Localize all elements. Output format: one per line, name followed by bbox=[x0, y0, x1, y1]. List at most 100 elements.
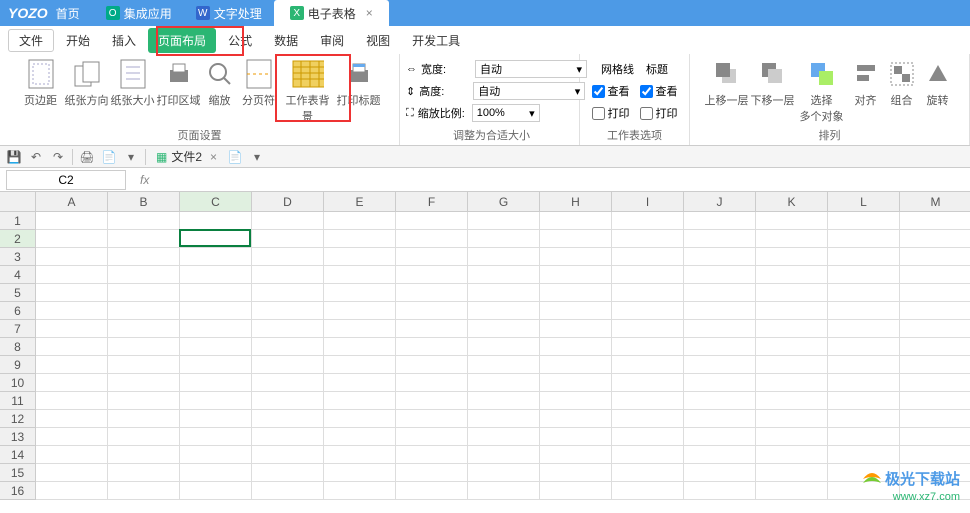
cell[interactable] bbox=[468, 266, 540, 284]
column-header[interactable]: C bbox=[180, 192, 252, 212]
gridlines-print-checkbox[interactable]: 打印 bbox=[592, 105, 630, 121]
print-area-button[interactable]: 打印区域 bbox=[157, 58, 201, 124]
cell[interactable] bbox=[684, 482, 756, 500]
cell[interactable] bbox=[540, 482, 612, 500]
cell[interactable] bbox=[108, 428, 180, 446]
cell[interactable] bbox=[252, 482, 324, 500]
menu-start[interactable]: 开始 bbox=[56, 28, 100, 53]
cell[interactable] bbox=[324, 482, 396, 500]
cell[interactable] bbox=[324, 320, 396, 338]
close-icon[interactable]: × bbox=[366, 6, 373, 20]
column-header[interactable]: G bbox=[468, 192, 540, 212]
cell[interactable] bbox=[612, 374, 684, 392]
gridlines-view-checkbox[interactable]: 查看 bbox=[592, 83, 630, 99]
cell[interactable] bbox=[108, 284, 180, 302]
cell[interactable] bbox=[324, 464, 396, 482]
cell[interactable] bbox=[540, 320, 612, 338]
cell[interactable] bbox=[540, 212, 612, 230]
cell[interactable] bbox=[540, 446, 612, 464]
cell[interactable] bbox=[180, 482, 252, 500]
cell[interactable] bbox=[756, 248, 828, 266]
cell[interactable] bbox=[180, 428, 252, 446]
column-header[interactable]: E bbox=[324, 192, 396, 212]
cell[interactable] bbox=[180, 338, 252, 356]
cell[interactable] bbox=[828, 392, 900, 410]
cell[interactable] bbox=[756, 266, 828, 284]
cell[interactable] bbox=[828, 338, 900, 356]
cell[interactable] bbox=[612, 248, 684, 266]
cell[interactable] bbox=[756, 284, 828, 302]
cell[interactable] bbox=[540, 302, 612, 320]
cell[interactable] bbox=[756, 338, 828, 356]
cell[interactable] bbox=[36, 410, 108, 428]
cell[interactable] bbox=[468, 230, 540, 248]
cell[interactable] bbox=[180, 374, 252, 392]
cell[interactable] bbox=[684, 320, 756, 338]
cell[interactable] bbox=[180, 392, 252, 410]
worksheet-background-button[interactable]: 工作表背景 bbox=[281, 58, 335, 124]
cell[interactable] bbox=[396, 356, 468, 374]
cell[interactable] bbox=[108, 266, 180, 284]
cell[interactable] bbox=[252, 284, 324, 302]
cell[interactable] bbox=[36, 338, 108, 356]
cell[interactable] bbox=[540, 464, 612, 482]
cell[interactable] bbox=[900, 410, 970, 428]
cell[interactable] bbox=[756, 302, 828, 320]
cell[interactable] bbox=[396, 428, 468, 446]
cell[interactable] bbox=[756, 374, 828, 392]
cell[interactable] bbox=[108, 446, 180, 464]
undo-icon[interactable]: ↶ bbox=[26, 147, 46, 167]
cell[interactable] bbox=[684, 374, 756, 392]
document-tab[interactable]: ▦ 文件2 × bbox=[150, 148, 223, 165]
cell[interactable] bbox=[108, 410, 180, 428]
cell[interactable] bbox=[396, 392, 468, 410]
menu-devtools[interactable]: 开发工具 bbox=[402, 28, 470, 53]
print-preview-icon[interactable]: 📄 bbox=[99, 147, 119, 167]
cell[interactable] bbox=[900, 338, 970, 356]
cell[interactable] bbox=[540, 266, 612, 284]
cell[interactable] bbox=[540, 374, 612, 392]
cell[interactable] bbox=[612, 482, 684, 500]
cell[interactable] bbox=[612, 428, 684, 446]
cell[interactable] bbox=[324, 392, 396, 410]
column-header[interactable]: I bbox=[612, 192, 684, 212]
cell[interactable] bbox=[612, 230, 684, 248]
cell[interactable] bbox=[324, 410, 396, 428]
cell[interactable] bbox=[900, 356, 970, 374]
cell[interactable] bbox=[828, 410, 900, 428]
cell[interactable] bbox=[540, 356, 612, 374]
cell[interactable] bbox=[828, 356, 900, 374]
titlebar-tab-integration[interactable]: O 集成应用 bbox=[94, 0, 184, 26]
cell[interactable] bbox=[396, 230, 468, 248]
cell[interactable] bbox=[684, 302, 756, 320]
cell[interactable] bbox=[108, 392, 180, 410]
cell[interactable] bbox=[108, 302, 180, 320]
cell[interactable] bbox=[828, 320, 900, 338]
cell[interactable] bbox=[540, 428, 612, 446]
cell[interactable] bbox=[540, 230, 612, 248]
cell[interactable] bbox=[324, 230, 396, 248]
scale-select[interactable]: 100%▾ bbox=[472, 104, 540, 122]
cell[interactable] bbox=[684, 266, 756, 284]
cell[interactable] bbox=[324, 446, 396, 464]
cell[interactable] bbox=[252, 266, 324, 284]
cell[interactable] bbox=[180, 284, 252, 302]
cell[interactable] bbox=[324, 338, 396, 356]
cell[interactable] bbox=[468, 464, 540, 482]
column-header[interactable]: D bbox=[252, 192, 324, 212]
cell[interactable] bbox=[900, 248, 970, 266]
cell[interactable] bbox=[684, 356, 756, 374]
cell[interactable] bbox=[396, 374, 468, 392]
cell[interactable] bbox=[36, 302, 108, 320]
row-header[interactable]: 11 bbox=[0, 392, 36, 410]
cell[interactable] bbox=[468, 446, 540, 464]
cell[interactable] bbox=[612, 320, 684, 338]
cell[interactable] bbox=[756, 428, 828, 446]
cell[interactable] bbox=[828, 284, 900, 302]
cell[interactable] bbox=[108, 212, 180, 230]
cell[interactable] bbox=[396, 410, 468, 428]
row-header[interactable]: 3 bbox=[0, 248, 36, 266]
cell[interactable] bbox=[612, 464, 684, 482]
cell[interactable] bbox=[252, 302, 324, 320]
cell[interactable] bbox=[108, 338, 180, 356]
